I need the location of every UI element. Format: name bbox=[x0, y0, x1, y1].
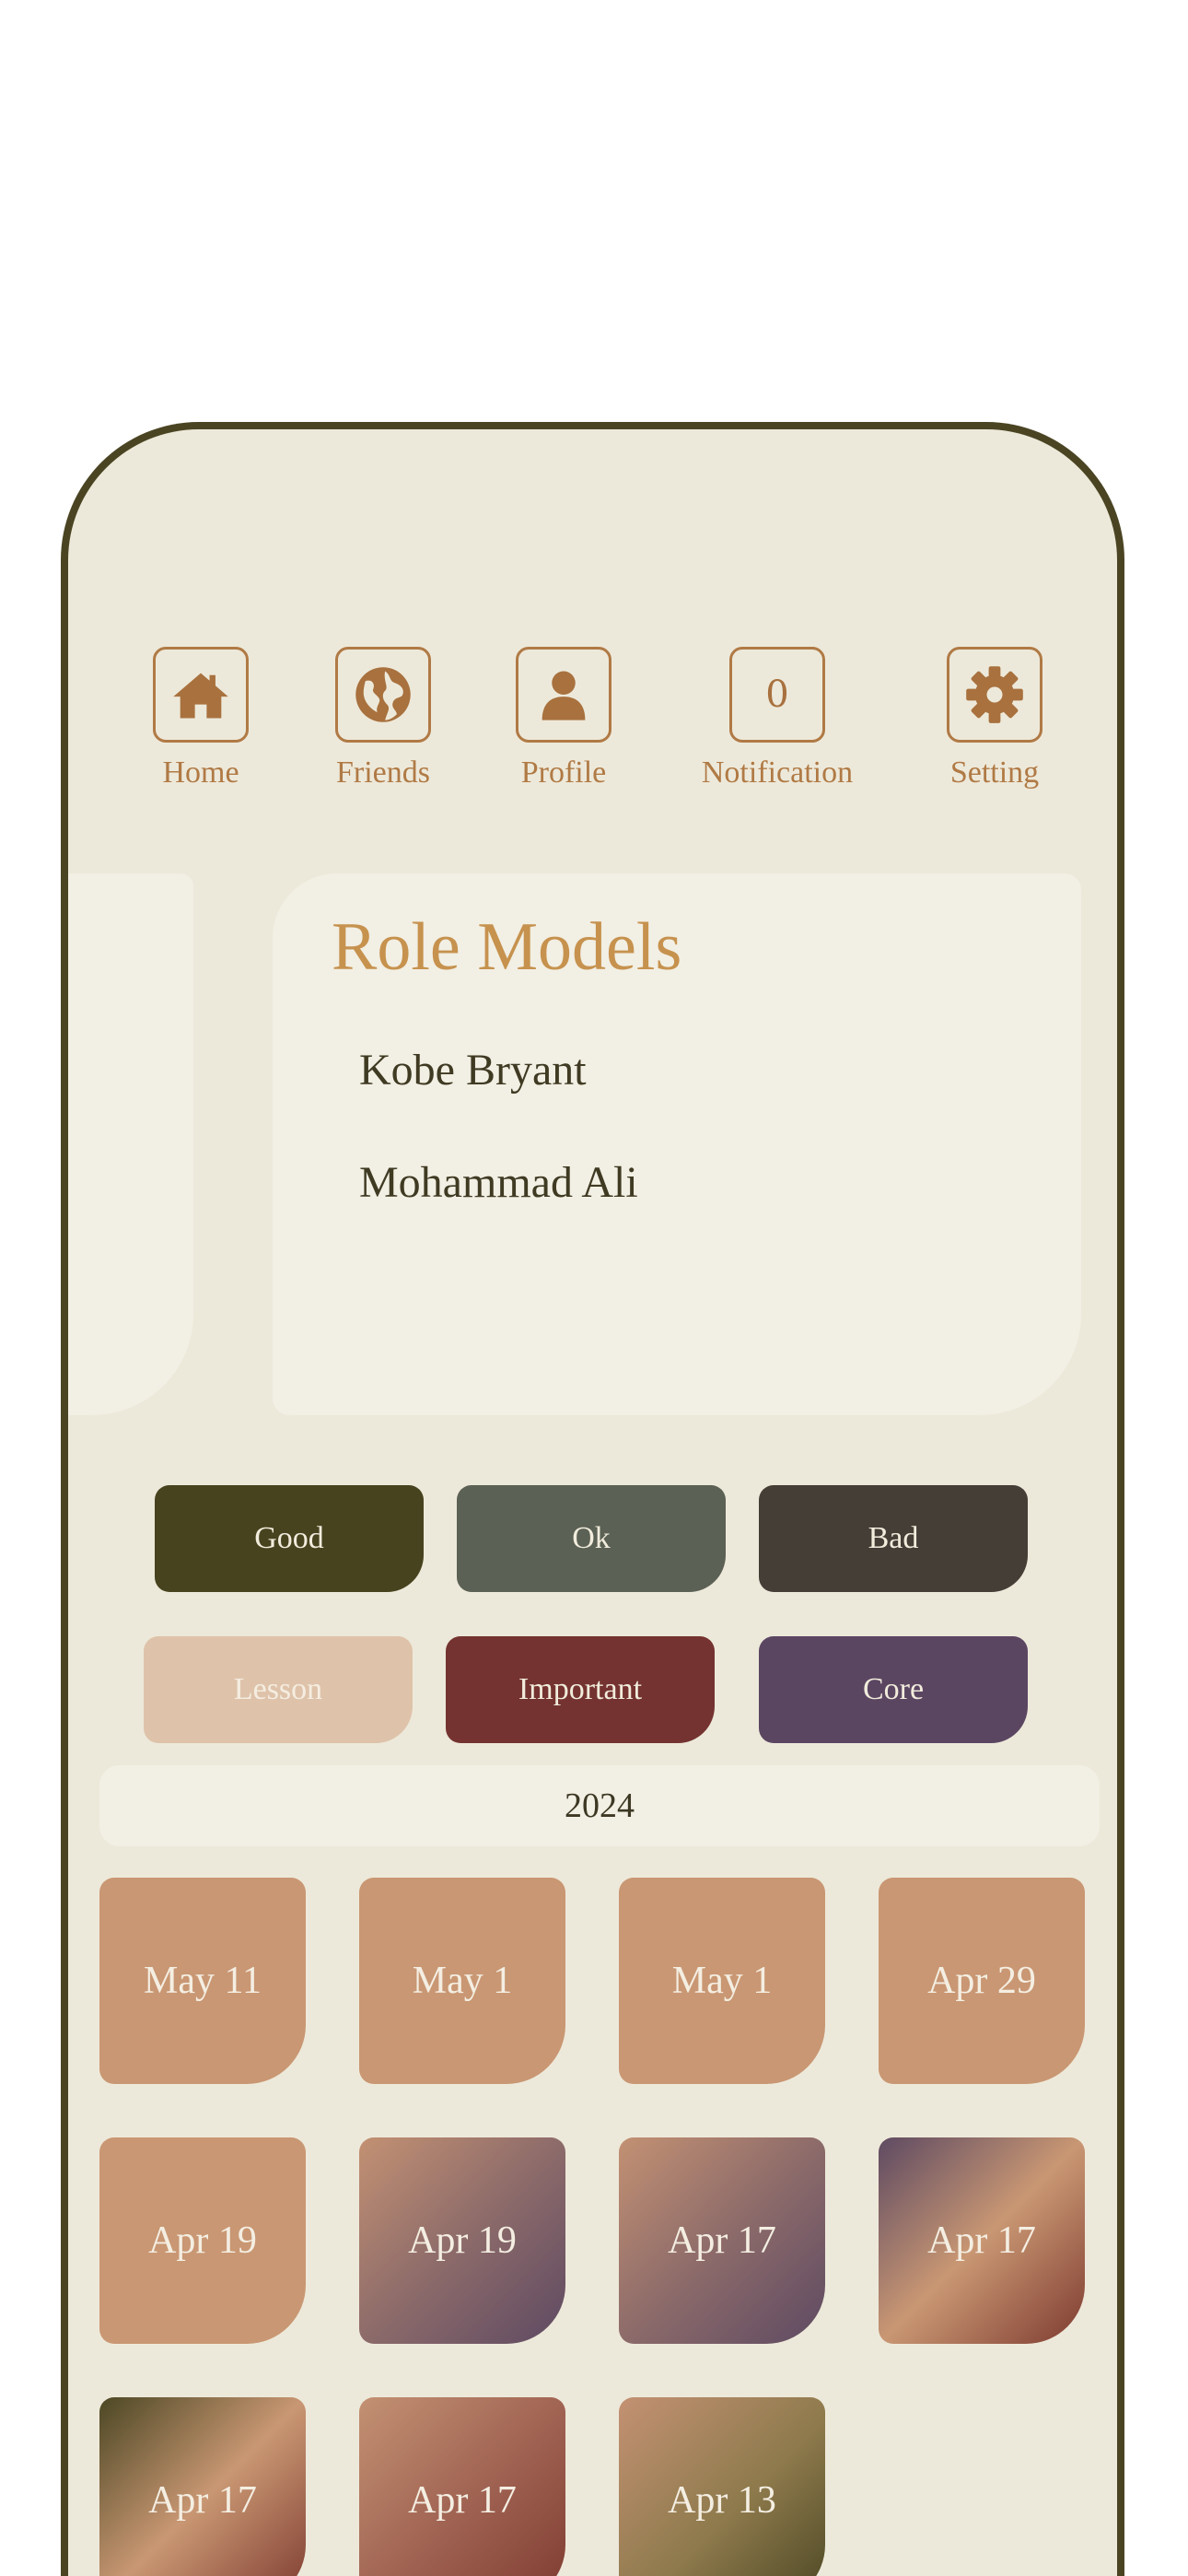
nav-home[interactable]: Home bbox=[109, 647, 293, 790]
gear-icon[interactable] bbox=[947, 647, 1042, 743]
phone-frame: Home Friends Profile 0 Notification Setting R… bbox=[61, 422, 1124, 2576]
role-model-item[interactable]: Kobe Bryant bbox=[359, 1045, 587, 1095]
tag-ok[interactable]: Ok bbox=[457, 1485, 726, 1592]
nav-label: Setting bbox=[949, 755, 1040, 790]
entry-tile[interactable]: Apr 17 bbox=[619, 2137, 825, 2344]
previous-card-peek[interactable] bbox=[68, 873, 193, 1415]
tag-bad[interactable]: Bad bbox=[759, 1485, 1028, 1592]
role-models-card[interactable]: Role Models Kobe Bryant Mohammad Ali bbox=[273, 873, 1081, 1415]
home-icon[interactable] bbox=[153, 647, 249, 743]
role-model-item[interactable]: Mohammad Ali bbox=[359, 1157, 638, 1208]
card-title: Role Models bbox=[332, 909, 682, 985]
nav-profile[interactable]: Profile bbox=[472, 647, 656, 790]
nav-label: Friends bbox=[336, 755, 430, 790]
entry-tile[interactable]: Apr 29 bbox=[879, 1878, 1085, 2084]
entry-tile[interactable]: Apr 17 bbox=[359, 2397, 565, 2576]
nav-setting[interactable]: Setting bbox=[903, 647, 1087, 790]
notification-count[interactable]: 0 bbox=[729, 647, 825, 743]
tag-good[interactable]: Good bbox=[155, 1485, 424, 1592]
entry-tile[interactable]: Apr 19 bbox=[359, 2137, 565, 2344]
entry-tile[interactable]: Apr 13 bbox=[619, 2397, 825, 2576]
user-icon[interactable] bbox=[516, 647, 611, 743]
nav-notification[interactable]: 0 Notification bbox=[685, 647, 869, 790]
entry-tile[interactable]: Apr 17 bbox=[879, 2137, 1085, 2344]
entry-tile[interactable]: May 1 bbox=[619, 1878, 825, 2084]
entry-tile[interactable]: May 11 bbox=[99, 1878, 306, 2084]
tag-lesson[interactable]: Lesson bbox=[144, 1636, 413, 1743]
entry-tile[interactable]: Apr 17 bbox=[99, 2397, 306, 2576]
nav-label: Notification bbox=[701, 755, 854, 790]
top-navigation: Home Friends Profile 0 Notification Setting bbox=[68, 647, 1117, 831]
tag-important[interactable]: Important bbox=[446, 1636, 715, 1743]
entry-tile[interactable]: Apr 19 bbox=[99, 2137, 306, 2344]
nav-friends[interactable]: Friends bbox=[291, 647, 475, 790]
entry-tile[interactable]: May 1 bbox=[359, 1878, 565, 2084]
nav-label: Home bbox=[162, 755, 239, 790]
nav-label: Profile bbox=[520, 755, 607, 790]
globe-icon[interactable] bbox=[335, 647, 431, 743]
year-header[interactable]: 2024 bbox=[99, 1765, 1100, 1846]
tag-core[interactable]: Core bbox=[759, 1636, 1028, 1743]
